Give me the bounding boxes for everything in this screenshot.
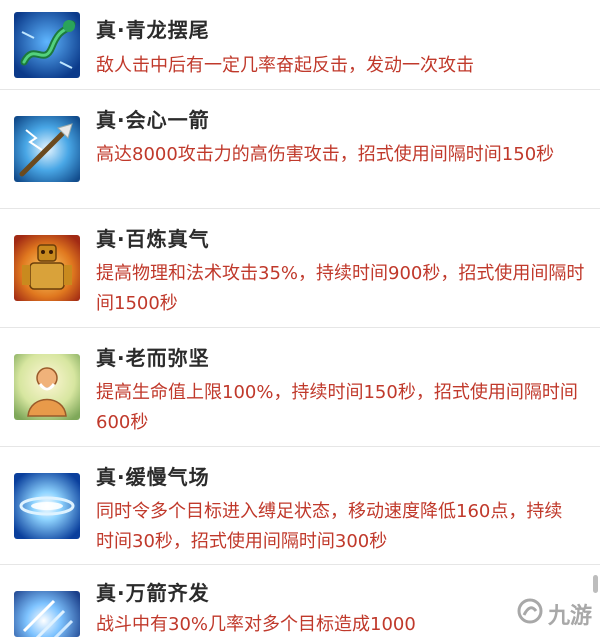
scrollbar[interactable] xyxy=(593,575,598,593)
skill-title: 真·老而弥坚 xyxy=(96,346,210,370)
list-item[interactable]: 真·会心一箭 高达8000攻击力的高伤害攻击，招式使用间隔时间150秒 xyxy=(0,90,600,209)
skill-description: 敌人击中后有一定几率奋起反击，发动一次攻击 xyxy=(96,55,474,76)
jiuyou-logo-icon xyxy=(516,597,544,631)
skill-description: 提高生命值上限100%，持续时间150秒，招式使用间隔时间600秒 xyxy=(96,382,578,433)
watermark: 九游 xyxy=(516,597,592,631)
skill-title: 真·青龙摆尾 xyxy=(96,18,210,42)
list-item[interactable]: 真·万箭齐发 战斗中有30%几率对多个目标造成1000 xyxy=(0,565,600,637)
list-item[interactable]: 真·百炼真气 提高物理和法术攻击35%，持续时间900秒，招式使用间隔时间150… xyxy=(0,209,600,328)
list-item[interactable]: 真·青龙摆尾 敌人击中后有一定几率奋起反击，发动一次攻击 xyxy=(0,0,600,90)
arrow-rain-icon xyxy=(14,591,80,637)
skill-title: 真·缓慢气场 xyxy=(96,465,210,489)
dragon-icon xyxy=(14,12,80,78)
list-item[interactable]: 真·老而弥坚 提高生命值上限100%，持续时间150秒，招式使用间隔时间600秒 xyxy=(0,328,600,447)
skill-title: 真·万箭齐发 xyxy=(96,581,210,605)
watermark-text: 九游 xyxy=(547,604,592,629)
list-item[interactable]: 真·缓慢气场 同时令多个目标进入缚足状态，移动速度降低160点，持续时间30秒，… xyxy=(0,447,600,565)
arrow-icon xyxy=(14,116,80,182)
elder-icon xyxy=(14,354,80,420)
skill-title: 真·会心一箭 xyxy=(96,108,210,132)
skill-description: 高达8000攻击力的高伤害攻击，招式使用间隔时间150秒 xyxy=(96,144,555,165)
skill-description: 战斗中有30%几率对多个目标造成1000 xyxy=(96,614,416,635)
skill-description: 提高物理和法术攻击35%，持续时间900秒，招式使用间隔时间1500秒 xyxy=(96,263,585,314)
skill-description: 同时令多个目标进入缚足状态，移动速度降低160点，持续时间30秒，招式使用间隔时… xyxy=(96,501,563,552)
vortex-icon xyxy=(14,473,80,539)
skill-title: 真·百炼真气 xyxy=(96,227,210,251)
golden-warrior-icon xyxy=(14,235,80,301)
